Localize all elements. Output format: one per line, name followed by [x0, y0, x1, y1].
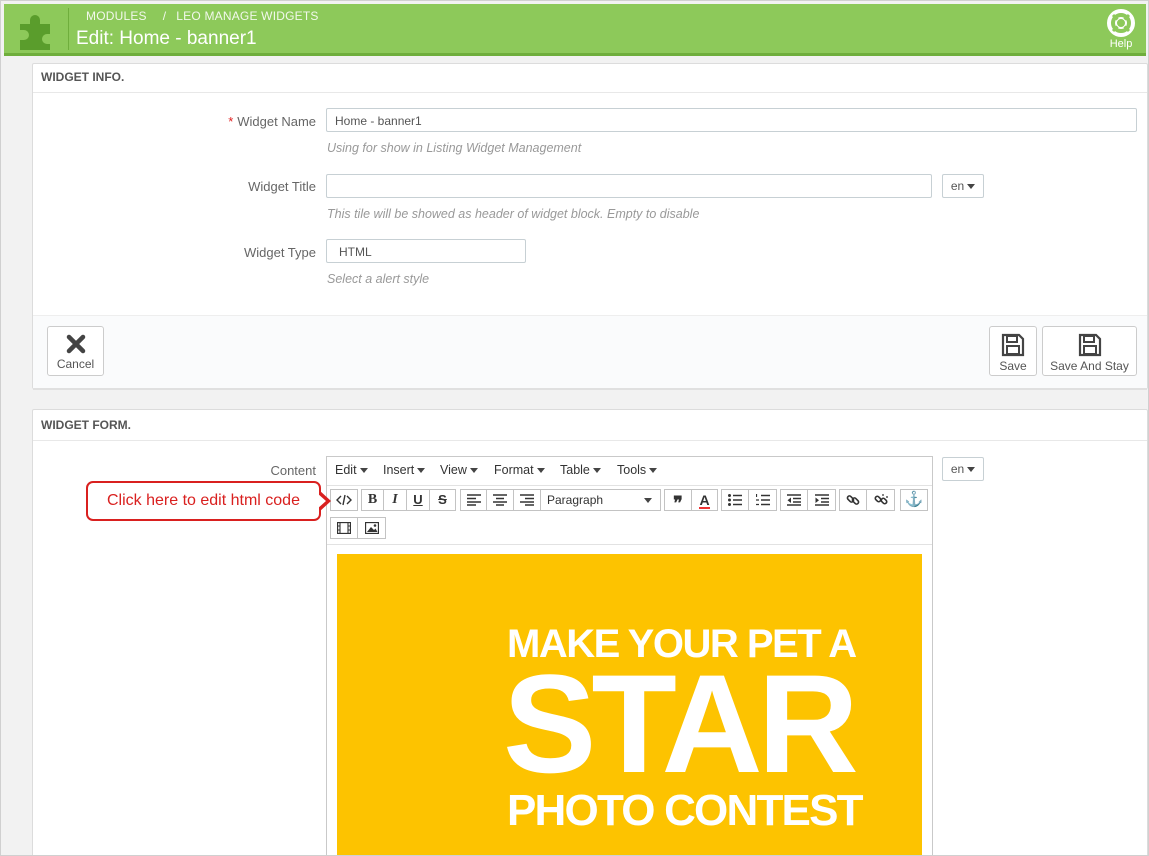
widget-name-hint: Using for show in Listing Widget Managem… [327, 141, 582, 155]
image-icon[interactable] [358, 517, 386, 539]
block-format-select[interactable]: Paragraph [541, 489, 661, 511]
widget-title-input[interactable] [326, 174, 932, 198]
required-mark: * [228, 114, 234, 129]
widget-info-heading: WIDGET INFO. [33, 64, 1147, 93]
blockquote-icon[interactable]: ❞ [664, 489, 692, 513]
source-code-icon[interactable] [330, 489, 358, 511]
menu-tools[interactable]: Tools [617, 463, 658, 477]
widget-type-input[interactable]: HTML [326, 239, 526, 263]
caret-down-icon [644, 498, 652, 503]
outdent-icon[interactable] [780, 489, 808, 511]
header-divider [68, 8, 69, 50]
strikethrough-icon[interactable]: S [430, 489, 456, 511]
annotation-callout: Click here to edit html code [86, 481, 321, 521]
lifebuoy-icon [1107, 9, 1135, 37]
breadcrumb-separator: / [162, 9, 167, 23]
close-icon [66, 334, 85, 354]
widget-name-label: * Widget Name [228, 114, 316, 129]
menu-format[interactable]: Format [494, 463, 545, 477]
content-label: Content [270, 463, 316, 478]
rich-text-editor: Edit Insert View Format Table Tools B I … [326, 456, 933, 855]
menu-insert[interactable]: Insert [383, 463, 426, 477]
caret-down-icon [967, 467, 976, 473]
widget-info-footer: Cancel Save Save And Stay [33, 315, 1147, 390]
indent-icon[interactable] [808, 489, 836, 511]
widget-title-hint: This tile will be showed as header of wi… [327, 207, 700, 221]
breadcrumb: MODULES / LEO MANAGE WIDGETS [86, 9, 319, 23]
help-label: Help [1109, 38, 1133, 50]
widget-form-heading: WIDGET FORM. [33, 410, 1147, 441]
banner-line3: PHOTO CONTEST [507, 786, 864, 835]
media-icon[interactable] [330, 517, 358, 539]
italic-icon[interactable]: I [384, 489, 407, 511]
breadcrumb-leo-manage-widgets[interactable]: LEO MANAGE WIDGETS [176, 9, 318, 23]
align-right-icon[interactable] [514, 489, 541, 511]
link-icon[interactable] [839, 489, 867, 511]
align-left-icon[interactable] [460, 489, 487, 511]
cancel-button[interactable]: Cancel [47, 326, 104, 376]
widget-title-label: Widget Title [248, 179, 316, 194]
text-color-icon[interactable]: A [692, 489, 718, 511]
unlink-icon[interactable] [867, 489, 895, 511]
widget-form-panel: WIDGET FORM. Content en Edit Insert View… [32, 409, 1148, 855]
align-center-icon[interactable] [487, 489, 514, 511]
widget-title-language-button[interactable]: en [942, 174, 984, 198]
widget-name-input[interactable]: Home - banner1 [326, 108, 1137, 132]
caret-down-icon [967, 184, 976, 190]
bullet-list-icon[interactable] [721, 489, 749, 511]
breadcrumb-modules[interactable]: MODULES [86, 9, 147, 23]
numbered-list-icon[interactable] [749, 489, 777, 511]
anchor-icon[interactable]: ⚓ [900, 489, 928, 511]
widget-type-label: Widget Type [243, 245, 316, 260]
banner-image[interactable]: MAKE YOUR PET A STAR PHOTO CONTEST [337, 554, 922, 855]
bold-icon[interactable]: B [361, 489, 384, 511]
menu-table[interactable]: Table [560, 463, 601, 477]
widget-type-hint: Select a alert style [327, 272, 430, 286]
editor-menubar: Edit Insert View Format Table Tools [327, 457, 932, 486]
page-header: MODULES / LEO MANAGE WIDGETS Edit: Home - … [4, 4, 1146, 56]
annotation-arrow-inner [317, 493, 326, 509]
floppy-disk-icon [1001, 333, 1025, 357]
app-window: MODULES / LEO MANAGE WIDGETS Edit: Home - … [0, 0, 1149, 856]
content-language-button[interactable]: en [942, 457, 984, 481]
menu-view[interactable]: View [440, 463, 478, 477]
editor-toolbar: B I U S Paragraph ❞ A ⚓ [327, 486, 932, 545]
underline-icon[interactable]: U [407, 489, 430, 511]
save-and-stay-button[interactable]: Save And Stay [1042, 326, 1137, 376]
widget-info-panel: WIDGET INFO. * Widget Name Home - banner1… [32, 63, 1148, 390]
save-button[interactable]: Save [989, 326, 1037, 376]
help-button[interactable]: Help [1104, 9, 1138, 50]
banner-line2: STAR [503, 645, 859, 802]
page-title: Edit: Home - banner1 [76, 28, 257, 49]
puzzle-icon [20, 15, 50, 50]
menu-edit[interactable]: Edit [335, 463, 368, 477]
floppy-disk-icon [1078, 333, 1101, 357]
